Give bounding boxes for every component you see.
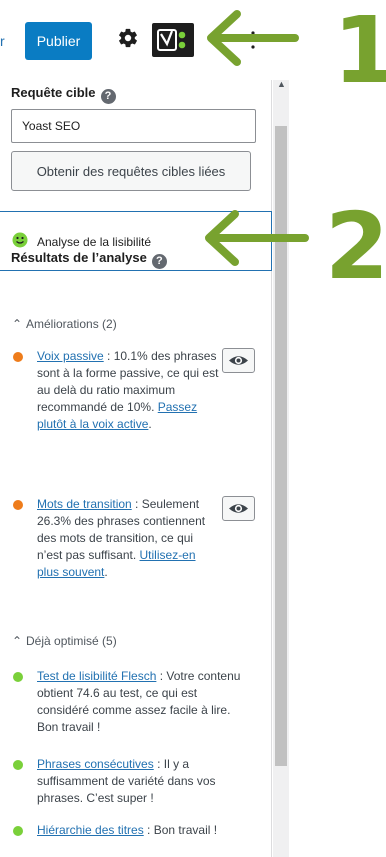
result-tail: .: [104, 565, 108, 579]
eye-icon: [229, 356, 248, 365]
yoast-sidebar-button[interactable]: [152, 23, 194, 57]
improvements-toggle[interactable]: ⌃ Améliorations (2): [12, 317, 117, 331]
status-dot: [13, 672, 23, 682]
good-results-header: Déjà optimisé (5): [26, 634, 117, 648]
improvements-header: Améliorations (2): [26, 317, 117, 331]
status-dot: [13, 352, 23, 362]
annotation-number-1: 1: [333, 0, 386, 104]
annotation-arrow-2: [205, 210, 309, 266]
result-link[interactable]: Mots de transition: [37, 497, 132, 511]
result-link[interactable]: Hiérarchie des titres: [37, 823, 144, 837]
result-text: Mots de transition : Seulement 26.3% des…: [37, 496, 211, 581]
chevron-up-icon: ⌃: [12, 317, 23, 331]
result-tail: .: [148, 417, 152, 431]
analysis-results-label: Résultats de l’analyse: [11, 250, 147, 265]
publish-button[interactable]: Publier: [25, 22, 92, 60]
yoast-logo-icon: [157, 29, 186, 51]
status-dot: [13, 500, 23, 510]
help-icon[interactable]: ?: [151, 254, 167, 269]
good-results-toggle[interactable]: ⌃ Déjà optimisé (5): [12, 634, 117, 648]
eye-icon: [229, 504, 248, 513]
focus-keyphrase-heading: Requête cible?: [11, 85, 116, 104]
highlight-eye-button[interactable]: [222, 496, 255, 521]
preview-link[interactable]: r: [0, 33, 5, 49]
result-link[interactable]: Phrases consécutives: [37, 757, 154, 771]
readability-label: Analyse de la lisibilité: [37, 235, 152, 249]
focus-keyphrase-label: Requête cible: [11, 85, 96, 100]
highlight-eye-button[interactable]: [222, 348, 255, 373]
result-description: : Bon travail !: [143, 823, 218, 837]
result-text: Test de lisibilité Flesch : Votre conten…: [37, 668, 249, 736]
smiley-icon: [12, 232, 28, 248]
status-dot: [13, 826, 23, 836]
analysis-results-heading: Résultats de l’analyse?: [11, 250, 167, 269]
annotation-number-2: 2: [325, 193, 386, 290]
tutorial-annotations: 1 2: [205, 0, 386, 290]
result-link[interactable]: Voix passive: [37, 349, 104, 363]
result-text: Hiérarchie des titres : Bon travail !: [37, 822, 249, 839]
annotation-arrow-1: [207, 10, 299, 66]
chevron-up-icon: ⌃: [12, 634, 23, 648]
gear-icon[interactable]: [117, 27, 139, 49]
result-text: Phrases consécutives : Il y a suffisamme…: [37, 756, 249, 807]
result-link[interactable]: Test de lisibilité Flesch: [37, 669, 156, 683]
result-text: Voix passive : 10.1% des phrases sont à …: [37, 348, 219, 433]
help-icon[interactable]: ?: [100, 89, 116, 104]
status-dot: [13, 760, 23, 770]
